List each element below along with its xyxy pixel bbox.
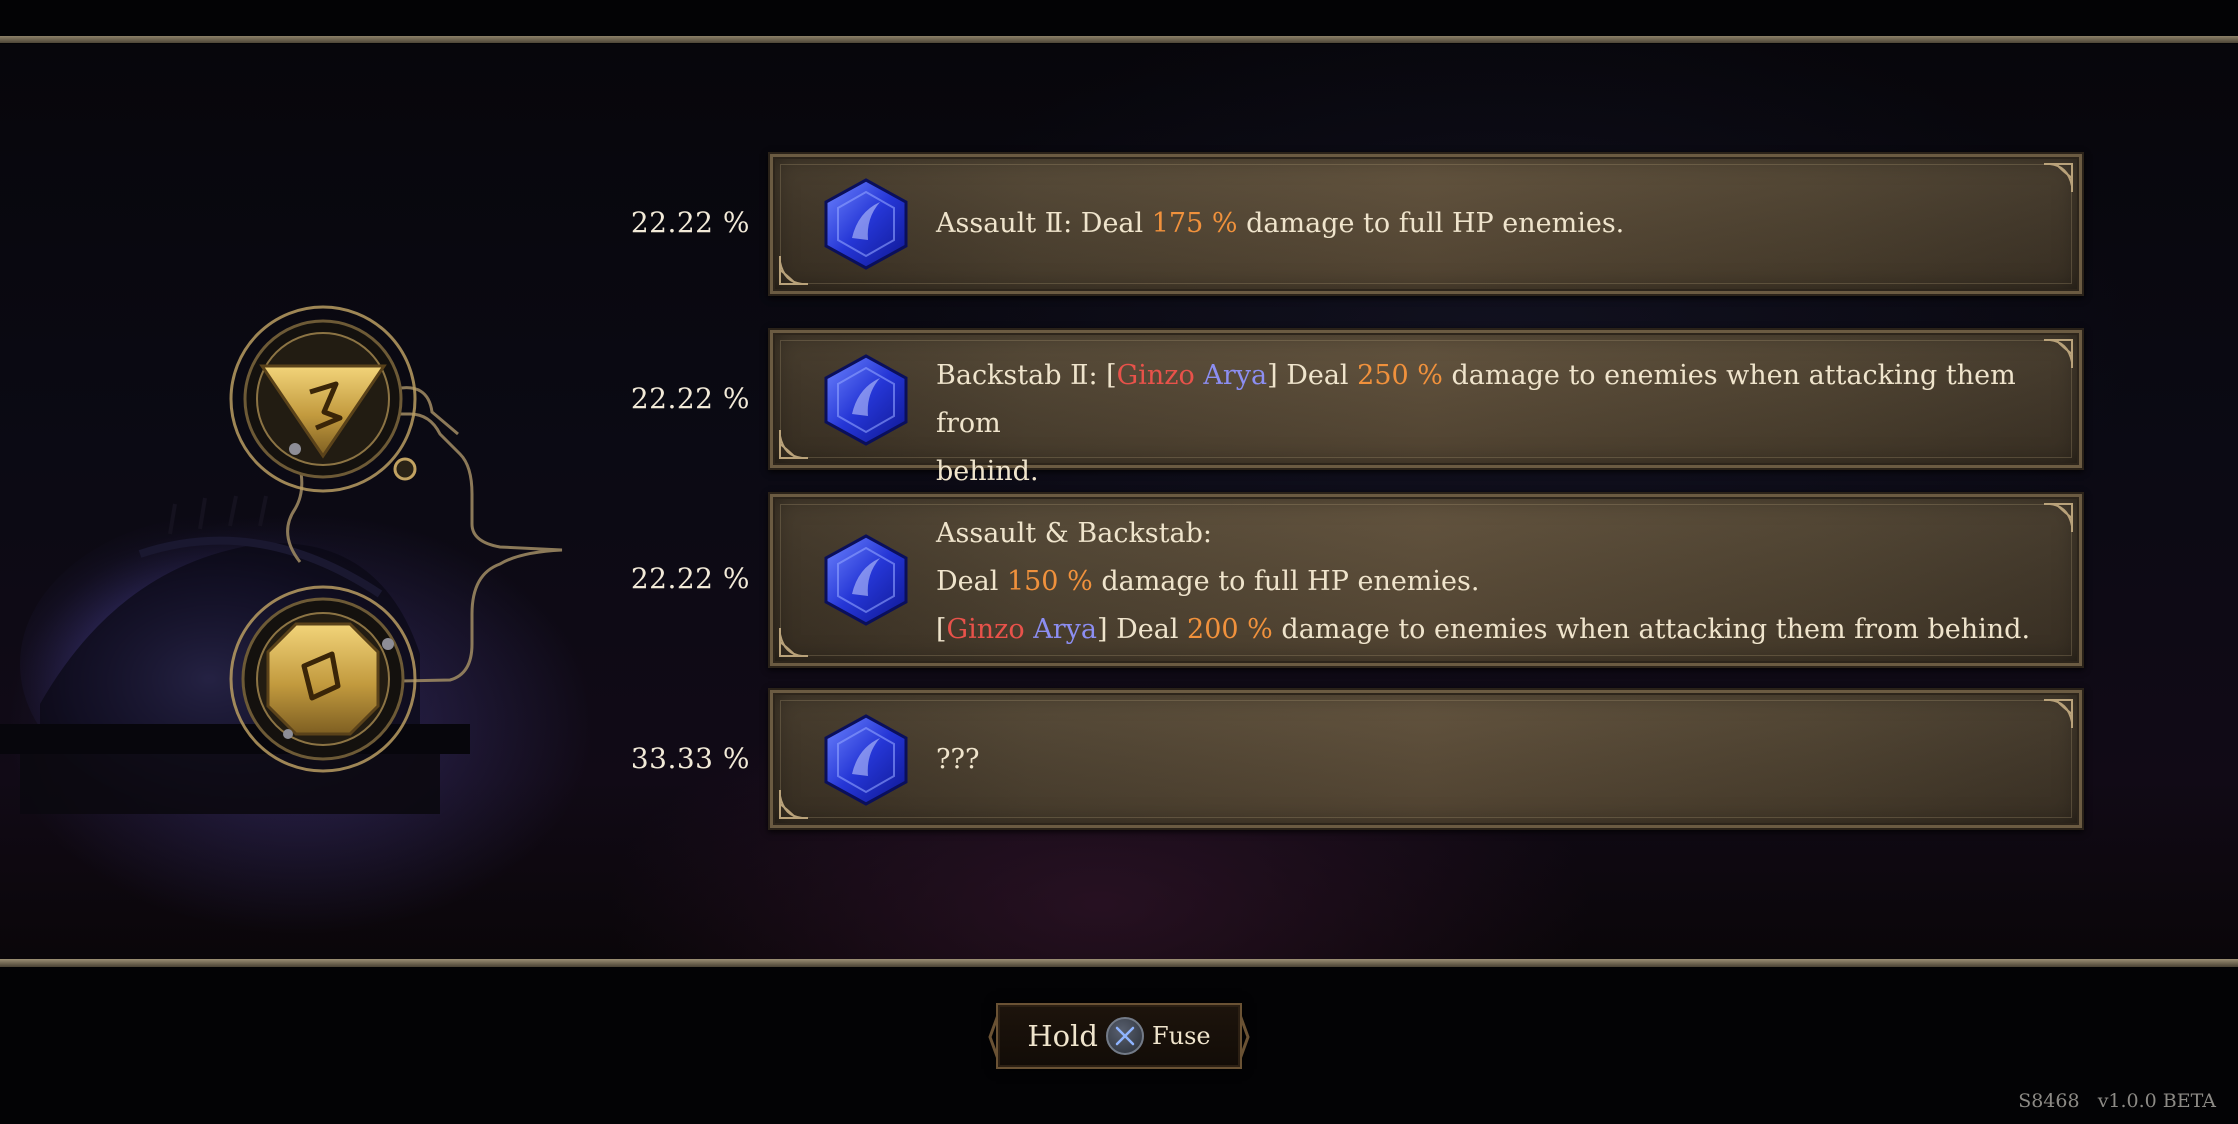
build-version: S8468 v1.0.0 BETA [2018, 1090, 2216, 1112]
outcome-panel: Assault & Backstab: Deal 150 % damage to … [768, 492, 2084, 668]
corner-ornament-icon [2044, 699, 2073, 728]
blue-gem-icon [824, 714, 908, 806]
fuse-label: Fuse [1151, 1022, 1211, 1050]
description-line: [Ginzo Arya] Deal 200 % damage to enemie… [936, 606, 2046, 654]
text-segment: Deal [936, 566, 1007, 597]
corner-ornament-icon [779, 790, 808, 819]
corner-ornament-icon [2044, 339, 2073, 368]
corner-ornament-icon [779, 628, 808, 657]
text-segment [1025, 614, 1034, 645]
blue-gem-icon [824, 178, 908, 270]
text-segment: ] Deal [1267, 360, 1358, 391]
text-segment: ] Deal [1096, 614, 1188, 645]
bottom-frame-rail [0, 959, 2238, 967]
hold-fuse-button[interactable]: Hold Fuse [988, 1003, 1250, 1069]
outcome-description: Backstab Ⅱ: [Ginzo Arya] Deal 250 % dama… [936, 352, 2046, 496]
blue-gem-icon [824, 354, 908, 446]
corner-ornament-icon [779, 430, 808, 459]
prompt-cap-ornament [1240, 1015, 1250, 1059]
damage-value: 250 % [1357, 360, 1443, 391]
hold-label: Hold [1027, 1019, 1098, 1053]
corner-ornament-icon [2044, 163, 2073, 192]
damage-value: 200 % [1187, 614, 1273, 645]
description-line: Assault Ⅱ: Deal 175 % damage to full HP … [936, 200, 2046, 248]
damage-value: 150 % [1006, 566, 1093, 597]
cross-button-icon [1105, 1017, 1144, 1055]
outcome-probability: 22.22 % [630, 206, 750, 239]
character-name: Ginzo [946, 614, 1025, 645]
version-label: v1.0.0 BETA [2097, 1090, 2216, 1112]
description-line: Deal 150 % damage to full HP enemies. [936, 558, 2046, 606]
outcome-description: Assault & Backstab: Deal 150 % damage to … [936, 510, 2046, 654]
description-line: ??? [936, 736, 2046, 784]
corner-ornament-icon [779, 256, 808, 285]
top-frame-rail [0, 36, 2238, 43]
text-segment: Backstab Ⅱ: [ [936, 360, 1117, 391]
description-line: Assault & Backstab: [936, 510, 2046, 558]
outcome-probability: 22.22 % [630, 382, 750, 415]
text-segment: [ [936, 614, 947, 645]
text-segment: damage to enemies when attacking them fr… [1272, 614, 2031, 645]
corner-ornament-icon [2044, 503, 2073, 532]
character-name: Arya [1033, 614, 1097, 645]
outcome-probability: 33.33 % [630, 742, 750, 775]
text-segment: damage to full HP enemies. [1092, 566, 1480, 597]
character-name: Arya [1203, 360, 1268, 391]
text-segment: ??? [936, 744, 980, 775]
prompt-cap-ornament [988, 1015, 998, 1059]
character-name: Ginzo [1116, 360, 1195, 391]
outcome-description: Assault Ⅱ: Deal 175 % damage to full HP … [936, 200, 2046, 248]
text-segment: Assault & Backstab: [936, 518, 1212, 549]
description-line: Backstab Ⅱ: [Ginzo Arya] Deal 250 % dama… [936, 352, 2046, 448]
damage-value: 175 % [1151, 208, 1238, 239]
text-segment: damage to full HP enemies. [1237, 208, 1625, 239]
outcome-panel: Backstab Ⅱ: [Ginzo Arya] Deal 250 % dama… [768, 328, 2084, 487]
blue-gem-icon [824, 534, 908, 626]
build-number: S8468 [2018, 1090, 2080, 1112]
outcome-description: ??? [936, 736, 2046, 784]
text-segment: behind. [936, 456, 1039, 487]
outcome-panel: Assault Ⅱ: Deal 175 % damage to full HP … [768, 152, 2084, 296]
text-segment: Assault Ⅱ: Deal [936, 208, 1152, 239]
outcome-panel: ??? [768, 688, 2084, 830]
description-line: behind. [936, 448, 2046, 496]
rune-fusion-tree [229, 305, 563, 773]
outcome-probability: 22.22 % [630, 562, 750, 595]
